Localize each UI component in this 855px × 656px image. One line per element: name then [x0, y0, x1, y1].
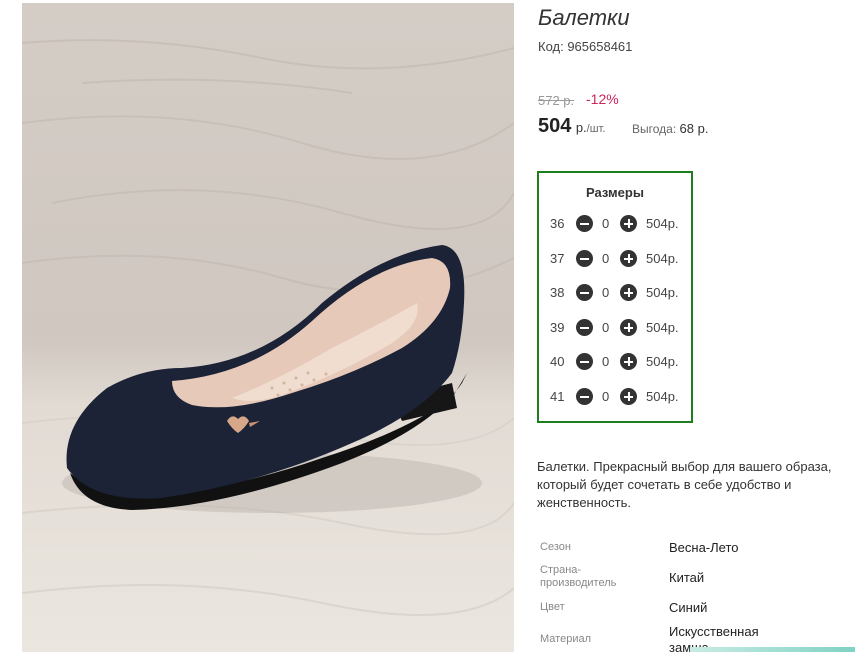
plus-circle-icon[interactable]: [620, 250, 637, 267]
property-label-country: Страна-производитель: [540, 564, 617, 589]
size-row: 41 0 504р.: [539, 387, 691, 407]
benefit-label: Выгода:: [632, 122, 677, 136]
size-row: 36 0 504р.: [539, 214, 691, 234]
product-description: Балетки. Прекрасный выбор для вашего обр…: [537, 459, 832, 510]
property-label-material: Материал: [540, 633, 591, 645]
size-number: 41: [550, 389, 565, 404]
size-row: 39 0 504р.: [539, 318, 691, 338]
product-code: Код: 965658461: [538, 39, 633, 54]
size-row: 38 0 504р.: [539, 283, 691, 303]
property-label-color: Цвет: [540, 601, 565, 613]
size-quantity[interactable]: 0: [602, 216, 609, 231]
size-number: 39: [550, 320, 565, 335]
plus-circle-icon[interactable]: [620, 215, 637, 232]
plus-circle-icon[interactable]: [620, 319, 637, 336]
size-number: 40: [550, 354, 565, 369]
size-quantity[interactable]: 0: [602, 285, 609, 300]
size-quantity[interactable]: 0: [602, 354, 609, 369]
plus-circle-icon[interactable]: [620, 353, 637, 370]
property-value-country: Китай: [669, 570, 705, 585]
size-price: 504р.: [646, 216, 679, 231]
size-number: 36: [550, 216, 565, 231]
minus-circle-icon[interactable]: [576, 215, 593, 232]
sizes-title: Размеры: [586, 185, 644, 200]
size-price: 504р.: [646, 320, 679, 335]
size-price: 504р.: [646, 354, 679, 369]
size-row: 40 0 504р.: [539, 352, 691, 372]
current-price: 504: [538, 115, 572, 137]
size-price: 504р.: [646, 285, 679, 300]
minus-circle-icon[interactable]: [576, 284, 593, 301]
minus-circle-icon[interactable]: [576, 353, 593, 370]
benefit: Выгода: 68 р.: [632, 121, 708, 136]
size-number: 37: [550, 251, 565, 266]
shoe-image: [22, 39, 514, 616]
sizes-panel: Размеры 36 0 504р. 37 0 504р. 38 0 504р.…: [537, 171, 693, 423]
plus-circle-icon[interactable]: [620, 284, 637, 301]
price-unit: р./шт.: [575, 120, 606, 135]
size-price: 504р.: [646, 389, 679, 404]
product-photo[interactable]: [22, 3, 514, 652]
benefit-value: 68 р.: [679, 121, 709, 136]
bottom-decor-strip: [690, 647, 855, 652]
property-label-season: Сезон: [540, 541, 571, 553]
size-quantity[interactable]: 0: [602, 389, 609, 404]
size-price: 504р.: [646, 251, 679, 266]
product-title: Балетки: [538, 5, 630, 30]
minus-circle-icon[interactable]: [576, 319, 593, 336]
property-value-color: Синий: [669, 600, 708, 615]
size-quantity[interactable]: 0: [602, 251, 609, 266]
discount-badge: -12%: [586, 91, 619, 107]
plus-circle-icon[interactable]: [620, 388, 637, 405]
size-row: 37 0 504р.: [539, 249, 691, 269]
size-number: 38: [550, 285, 565, 300]
size-quantity[interactable]: 0: [602, 320, 609, 335]
minus-circle-icon[interactable]: [576, 250, 593, 267]
price-row: 504 р./шт.: [538, 115, 605, 138]
property-value-season: Весна-Лето: [669, 540, 739, 555]
minus-circle-icon[interactable]: [576, 388, 593, 405]
old-price: 572 р.: [538, 93, 575, 108]
